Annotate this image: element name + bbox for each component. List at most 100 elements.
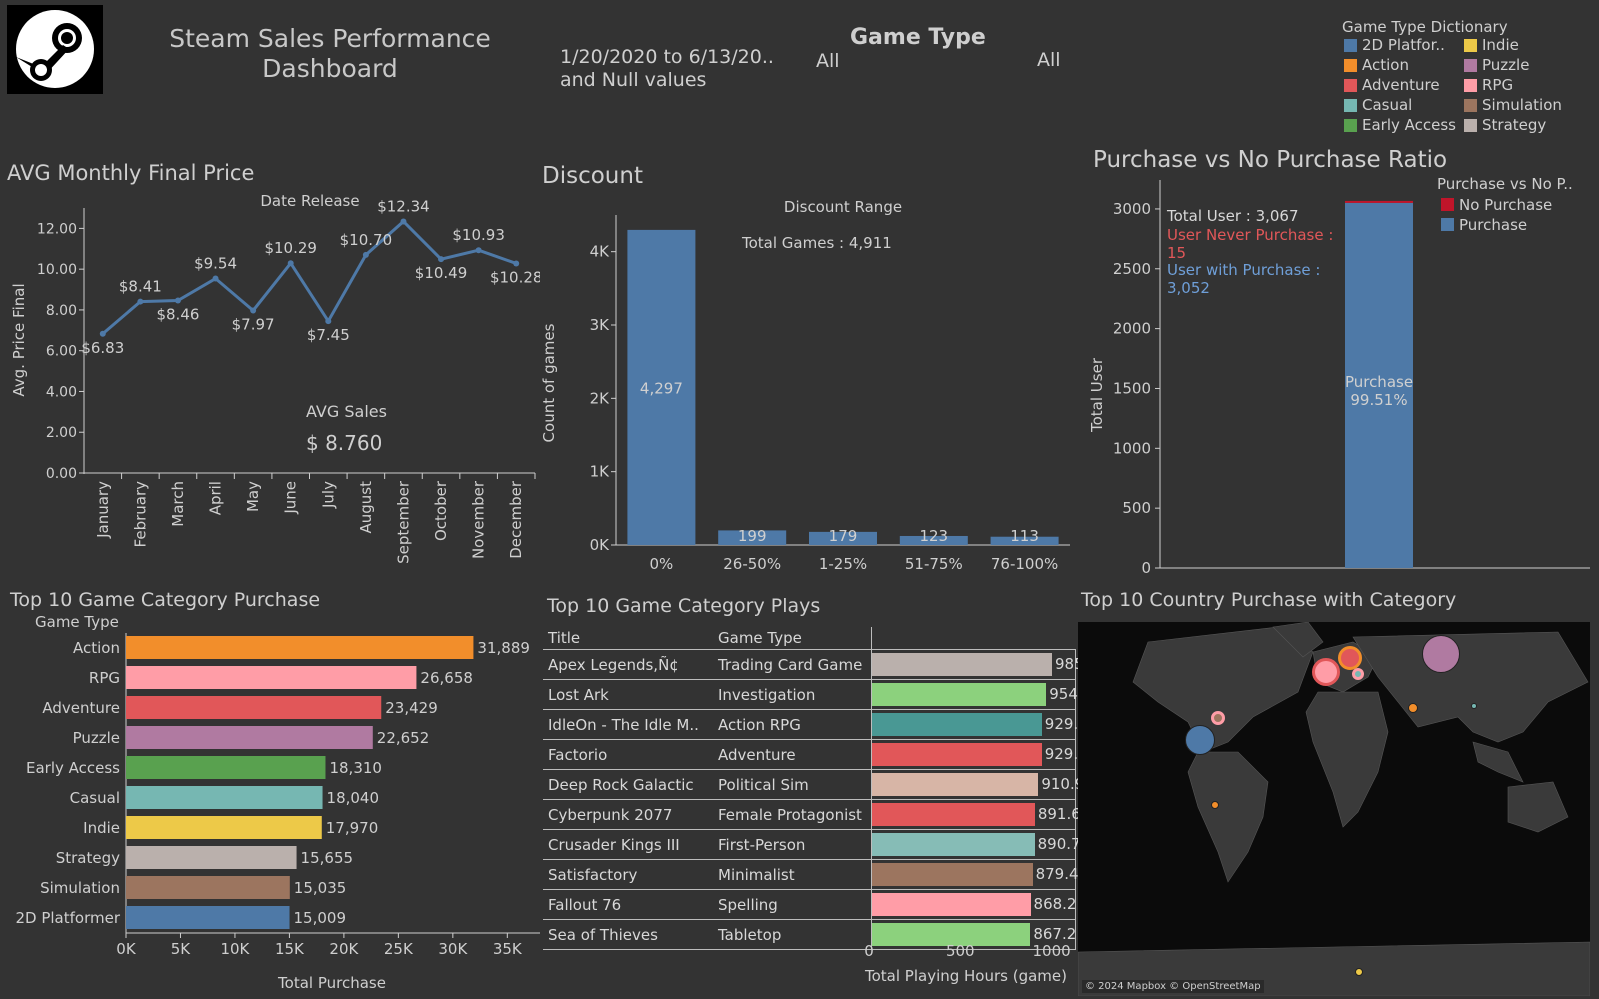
discount-data-label: 123 — [919, 527, 948, 545]
table-row[interactable]: Fallout 76 Spelling 868.2 — [543, 890, 1076, 920]
category-label: Early Access — [26, 759, 120, 777]
table-row[interactable]: IdleOn - The Idle M.. Action RPG 929.8 — [543, 710, 1088, 740]
line-point — [475, 247, 482, 254]
dictionary-item[interactable]: RPG — [1464, 76, 1513, 94]
table-row[interactable]: Satisfactory Minimalist 879.4 — [543, 860, 1079, 890]
country-map[interactable]: © 2024 Mapbox © OpenStreetMap — [1078, 622, 1590, 996]
dashboard-title-line1: Steam Sales Performance — [169, 24, 491, 53]
map-marker-central-america[interactable] — [1185, 725, 1215, 755]
row-game-type: Minimalist — [718, 865, 795, 884]
map-marker-north-america-east[interactable] — [1211, 711, 1225, 725]
category-label: Casual — [70, 789, 120, 807]
category-col-header: Game Type — [35, 615, 119, 631]
table-row[interactable]: Cyberpunk 2077 Female Protagonist 891.6 — [543, 800, 1081, 830]
category-xtick-label: 0K — [116, 940, 137, 958]
discount-xtick-label: 1-25% — [819, 555, 867, 573]
dictionary-item[interactable]: Adventure — [1344, 76, 1440, 94]
row-title: Sea of Thieves — [548, 925, 658, 944]
plays-axis: 0 500 1000 Total Playing Hours (game) — [864, 942, 1071, 985]
dictionary-item[interactable]: Simulation — [1464, 96, 1562, 114]
category-bar — [126, 726, 373, 749]
discount-title: Discount — [542, 163, 643, 189]
map-marker-asia[interactable] — [1471, 703, 1477, 709]
never-purchase-note: User Never Purchase : — [1167, 226, 1333, 244]
category-data-label: 31,889 — [477, 639, 529, 657]
table-row[interactable]: Lost Ark Investigation 954.3 — [543, 680, 1092, 710]
line-point — [513, 260, 520, 267]
category-xtick-label: 15K — [275, 940, 305, 958]
category-bar — [126, 636, 474, 659]
legend-swatch — [1344, 118, 1357, 132]
row-game-type: Political Sim — [718, 775, 809, 794]
dictionary-item[interactable]: Action — [1344, 56, 1409, 74]
table-row[interactable]: Apex Legends,Ñ¢ Trading Card Game 985.8 — [543, 650, 1098, 680]
map-marker-middle-east[interactable] — [1408, 703, 1418, 713]
date-filter-range: 1/20/2020 to 6/13/20.. — [560, 46, 774, 68]
line-subtitle: Date Release — [260, 192, 359, 210]
map-marker-eastern-europe[interactable] — [1352, 668, 1364, 680]
line-point — [362, 251, 369, 258]
legend-swatch — [1344, 78, 1357, 92]
dictionary-item[interactable]: Indie — [1464, 36, 1519, 54]
row-bar-cell: 891.6 — [871, 800, 1081, 829]
line-ytick-label: 4.00 — [46, 384, 77, 400]
filter-dropdown-2[interactable]: All — [1037, 49, 1061, 71]
plays-xtick-label: 500 — [946, 942, 975, 960]
map-marker-central-europe[interactable] — [1338, 646, 1362, 670]
filter-dropdown-1[interactable]: All — [816, 50, 840, 72]
plays-xlabel: Total Playing Hours (game) — [864, 967, 1067, 985]
row-game-type: Investigation — [718, 685, 816, 704]
category-xtick-label: 20K — [329, 940, 359, 958]
line-xtick-label: April — [207, 481, 225, 515]
line-xtick-label: February — [131, 481, 149, 548]
line-point — [438, 256, 445, 263]
line-data-label: $10.49 — [415, 264, 468, 282]
table-row[interactable]: Factorio Adventure 929.3 — [543, 740, 1088, 770]
row-game-type: Trading Card Game — [718, 655, 863, 674]
line-data-label: $7.45 — [307, 326, 350, 344]
line-xtick-label: July — [319, 481, 337, 509]
row-title: Cyberpunk 2077 — [548, 805, 673, 824]
total-user-note: Total User : 3,067 — [1166, 207, 1299, 225]
map-marker-western-europe[interactable] — [1312, 658, 1340, 686]
legend-label: Casual — [1362, 96, 1413, 114]
row-title: Factorio — [548, 745, 608, 764]
line-ytick-label: 6.00 — [46, 344, 77, 360]
line-xtick-label: December — [507, 480, 525, 559]
legend-label: Strategy — [1482, 116, 1547, 134]
dictionary-item[interactable]: Strategy — [1464, 116, 1546, 134]
plays-bar — [872, 653, 1053, 676]
category-bar — [126, 816, 322, 839]
line-xtick-label: January — [94, 481, 112, 539]
map-marker-russia[interactable] — [1422, 635, 1460, 673]
legend-label: Puzzle — [1482, 56, 1530, 74]
table-row[interactable]: Crusader Kings III First-Person 890.7 — [543, 830, 1081, 860]
line-point — [174, 297, 181, 304]
category-label: Indie — [83, 819, 120, 837]
line-xtick-label: October — [432, 480, 450, 541]
dashboard-title-line2: Dashboard — [262, 54, 398, 83]
with-purchase-note: User with Purchase : — [1167, 261, 1321, 279]
category-data-label: 22,652 — [377, 729, 430, 747]
avg-sales-value: $ 8.760 — [306, 431, 382, 455]
row-game-type: Female Protagonist — [718, 805, 862, 824]
with-purchase-value: 3,052 — [1167, 279, 1210, 297]
category-label: 2D Platformer — [15, 909, 120, 927]
plays-data-label: 868.2 — [1033, 895, 1077, 913]
map-marker-south-america[interactable] — [1211, 801, 1219, 809]
dictionary-item[interactable]: Early Access — [1344, 116, 1456, 134]
plays-data-label: 879.4 — [1035, 865, 1079, 883]
discount-data-label: 179 — [829, 527, 858, 545]
dictionary-item[interactable]: Puzzle — [1464, 56, 1529, 74]
map-marker-antarctica[interactable] — [1355, 968, 1363, 976]
dictionary-item[interactable]: 2D Platfor.. — [1344, 36, 1445, 54]
country-purchase-title: Top 10 Country Purchase with Category — [1081, 589, 1457, 611]
dictionary-item[interactable]: Casual — [1344, 96, 1412, 114]
plays-bar — [872, 743, 1042, 766]
line-data-label: $9.54 — [194, 255, 237, 273]
table-row[interactable]: Deep Rock Galactic Political Sim 910.9 — [543, 770, 1084, 800]
category-xtick-label: 10K — [220, 940, 250, 958]
date-filter-null: and Null values — [560, 69, 707, 91]
date-filter[interactable]: 1/20/2020 to 6/13/20.. and Null values — [560, 46, 774, 92]
row-title: Deep Rock Galactic — [548, 775, 694, 794]
